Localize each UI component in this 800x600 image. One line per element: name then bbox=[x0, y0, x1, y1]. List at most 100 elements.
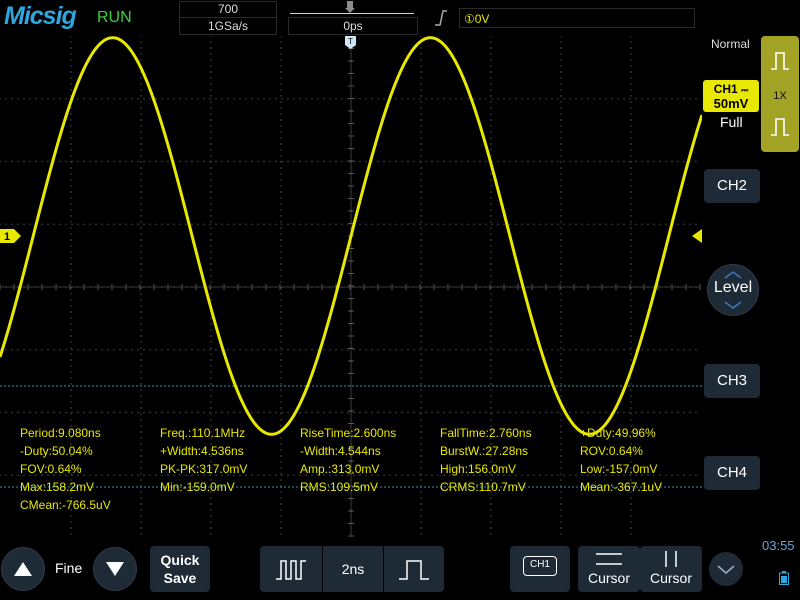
grid-dot bbox=[533, 411, 535, 414]
grid-dot bbox=[210, 185, 212, 187]
grid-dot bbox=[350, 321, 352, 323]
grid-dot bbox=[305, 349, 307, 351]
grid-dot bbox=[70, 389, 72, 391]
pulse-down-icon[interactable] bbox=[769, 116, 791, 138]
scale-up-button[interactable] bbox=[1, 547, 45, 591]
grid-dot bbox=[350, 83, 352, 85]
grid-dot bbox=[420, 533, 422, 535]
grid-dot bbox=[70, 239, 72, 241]
grid-dot bbox=[311, 98, 313, 100]
trigger-level-readout[interactable]: ①0V bbox=[459, 8, 695, 28]
grid-dot bbox=[140, 227, 142, 229]
grid-dot bbox=[51, 286, 53, 288]
grid-dot bbox=[210, 269, 212, 271]
grid-dot bbox=[210, 323, 212, 325]
grid-dot bbox=[350, 57, 352, 59]
grid-dot bbox=[191, 160, 193, 163]
grid-dot bbox=[335, 98, 337, 100]
grid-dot bbox=[560, 113, 562, 115]
grid-dot bbox=[323, 349, 325, 351]
grid-dot bbox=[113, 98, 115, 100]
grid-dot bbox=[350, 277, 352, 279]
grid-dot bbox=[560, 281, 562, 283]
collapse-menu-button[interactable] bbox=[709, 552, 743, 586]
grid-dot bbox=[35, 411, 37, 414]
grid-dot bbox=[560, 311, 562, 313]
quick-save-button[interactable]: Quick Save bbox=[150, 546, 210, 592]
grid-dot bbox=[247, 286, 249, 288]
grid-dot bbox=[350, 65, 352, 67]
grid-dot bbox=[233, 349, 235, 351]
bandwidth-limit[interactable]: Full bbox=[720, 114, 743, 130]
grid-dot bbox=[485, 286, 487, 288]
grid-dot bbox=[579, 286, 581, 288]
grid-dot bbox=[140, 365, 142, 367]
grid-dot bbox=[35, 160, 37, 163]
acquisition-mode[interactable]: Normal bbox=[711, 37, 750, 51]
grid-dot bbox=[471, 286, 473, 288]
grid-dot bbox=[221, 411, 223, 414]
horizontal-position-readout[interactable]: 0ps bbox=[288, 17, 418, 35]
ch2-button[interactable]: CH2 bbox=[704, 169, 760, 203]
ch1-scale-badge[interactable]: CH1 ⎓ 50mV bbox=[703, 80, 759, 112]
grid-dot bbox=[467, 411, 469, 414]
grid-dot bbox=[560, 227, 562, 229]
trigger-position-marker-icon[interactable]: T bbox=[345, 36, 356, 49]
grid-dot bbox=[350, 51, 352, 53]
pulse-up-icon[interactable] bbox=[769, 50, 791, 72]
trigger-level-marker-icon[interactable] bbox=[692, 229, 702, 243]
grid-dot bbox=[140, 335, 142, 337]
scale-down-button[interactable] bbox=[93, 547, 137, 591]
grid-dot bbox=[329, 286, 331, 288]
probe-attenuation[interactable]: 1X bbox=[761, 90, 799, 102]
grid-dot bbox=[593, 349, 595, 351]
grid-dot bbox=[70, 77, 72, 79]
ch1-offset-marker[interactable]: 1 bbox=[0, 229, 21, 243]
sample-count[interactable]: 700 bbox=[179, 1, 277, 18]
grid-dot bbox=[29, 349, 31, 351]
grid-dot bbox=[350, 421, 352, 423]
grid-dot bbox=[221, 286, 223, 288]
vertical-cursor-button[interactable]: Cursor bbox=[640, 546, 702, 592]
grid-dot bbox=[197, 349, 199, 351]
grid-dot bbox=[293, 223, 295, 225]
sample-rate[interactable]: 1GSa/s bbox=[179, 17, 277, 35]
grid-dot bbox=[140, 263, 142, 265]
timebase-value[interactable]: 2ns bbox=[322, 546, 384, 592]
grid-dot bbox=[280, 125, 282, 127]
ch1-select-chip: CH1 bbox=[523, 556, 557, 576]
run-stop-status[interactable]: RUN bbox=[97, 9, 132, 27]
rising-edge-trigger-icon[interactable] bbox=[434, 10, 448, 26]
grid-dot bbox=[210, 209, 212, 211]
fine-adjust-toggle[interactable]: Fine bbox=[55, 560, 82, 576]
grid-dot bbox=[420, 209, 422, 211]
grid-dot bbox=[350, 315, 352, 317]
timebase-decrease-icon[interactable] bbox=[275, 559, 307, 581]
grid-dot bbox=[669, 286, 671, 288]
grid-dot bbox=[449, 98, 451, 100]
grid-dot bbox=[70, 47, 72, 49]
grid-dot bbox=[630, 53, 632, 55]
grid-dot bbox=[77, 286, 79, 288]
ch4-button[interactable]: CH4 bbox=[704, 456, 760, 490]
grid-dot bbox=[140, 155, 142, 157]
grid-dot bbox=[203, 411, 205, 414]
grid-dot bbox=[140, 311, 142, 313]
grid-dot bbox=[280, 221, 282, 223]
grid-dot bbox=[467, 98, 469, 100]
grid-dot bbox=[70, 521, 72, 523]
ch1-select-button[interactable]: CH1 bbox=[510, 546, 570, 592]
horizontal-cursor-button[interactable]: Cursor bbox=[578, 546, 640, 592]
grid-dot bbox=[263, 160, 265, 163]
grid-dot bbox=[93, 286, 95, 288]
grid-dot bbox=[75, 286, 77, 288]
waveform-display[interactable]: T 1 Period:9.080ns Freq.:110.1MHz RiseTi… bbox=[0, 36, 702, 538]
trigger-level-knob[interactable]: Level bbox=[707, 264, 759, 316]
grid-dot bbox=[671, 160, 673, 163]
grid-dot bbox=[629, 411, 631, 414]
timebase-increase-icon[interactable] bbox=[398, 559, 430, 581]
grid-dot bbox=[65, 411, 67, 414]
grid-dot bbox=[140, 377, 142, 379]
grid-dot bbox=[70, 191, 72, 193]
ch3-button[interactable]: CH3 bbox=[704, 364, 760, 398]
